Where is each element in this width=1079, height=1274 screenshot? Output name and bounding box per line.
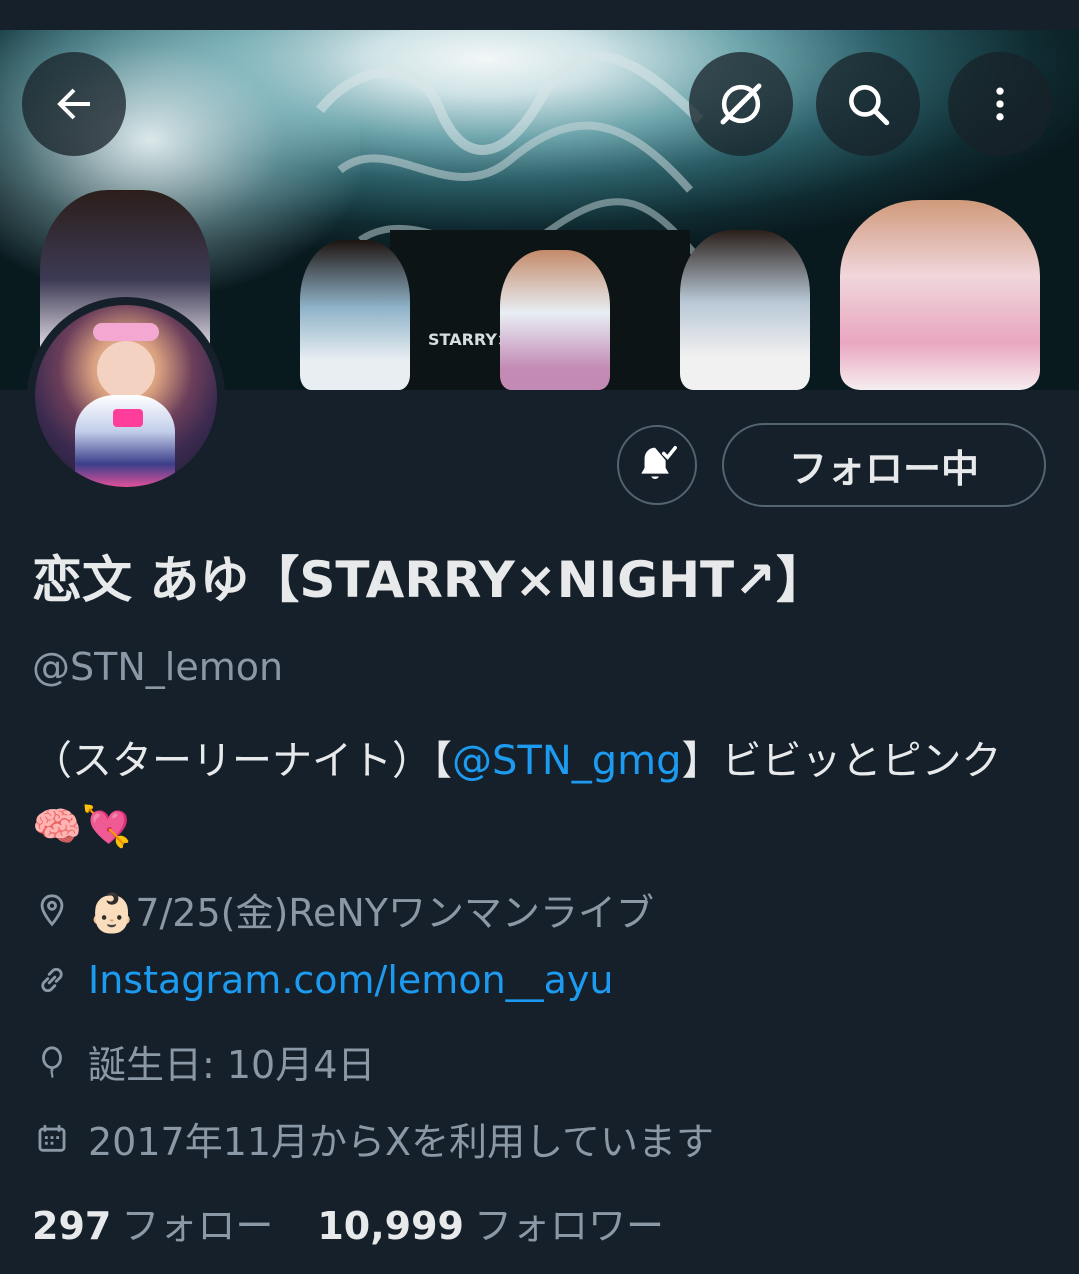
performer-3 [500, 250, 610, 390]
balloon-icon [32, 1042, 72, 1082]
follow-stats: 297 フォロー 10,999 フォロワー [32, 1195, 708, 1250]
avatar-headband [93, 323, 159, 341]
followers-stat[interactable]: 10,999 フォロワー [317, 1195, 664, 1250]
more-vertical-icon [996, 87, 1004, 121]
profile-page: STARRY× フォロー中 恋文 あゆ【STARRY×NIGHT↗】 @STN_… [0, 0, 1079, 1274]
following-label: フォロー [121, 1204, 274, 1248]
search-button[interactable] [816, 52, 920, 156]
following-button[interactable]: フォロー中 [722, 423, 1046, 507]
profile-bio: （スターリーナイト）【@STN_gmg】ビビッとピンク 🧠💘 [32, 728, 1042, 860]
bell-check-icon [641, 446, 677, 479]
grok-button[interactable] [689, 52, 793, 156]
status-bar [0, 0, 1079, 30]
performer-4 [680, 230, 810, 390]
avatar[interactable] [35, 305, 217, 487]
calendar-icon [32, 1119, 72, 1159]
location-text: 👶🏻7/25(金)ReNYワンマンライブ [88, 891, 655, 935]
link-icon [32, 960, 72, 1000]
avatar-face [97, 341, 155, 399]
avatar-frame[interactable] [27, 297, 225, 495]
birthday-text: 誕生日: 10月4日 [88, 1043, 376, 1087]
display-name: 恋文 あゆ【STARRY×NIGHT↗】 [32, 551, 827, 609]
grok-icon [720, 83, 762, 125]
notifications-button[interactable] [617, 425, 697, 505]
user-handle: @STN_lemon [32, 645, 284, 689]
performer-5 [840, 200, 1040, 390]
location-pin-icon [32, 890, 72, 930]
following-count: 297 [32, 1204, 112, 1248]
arrow-left-icon [57, 88, 90, 120]
followers-label: フォロワー [473, 1204, 664, 1248]
bio-mention-link[interactable]: @STN_gmg [452, 738, 682, 784]
bio-emoji: 🧠💘 [32, 804, 132, 850]
website-link[interactable]: Instagram.com/lemon__ayu [88, 958, 614, 1002]
birthday-row: 誕生日: 10月4日 [32, 1034, 375, 1089]
search-icon [849, 85, 890, 126]
website-row: Instagram.com/lemon__ayu [32, 958, 614, 1002]
following-stat[interactable]: 297 フォロー [32, 1195, 273, 1250]
bio-text-suffix: 】ビビッとピンク [681, 738, 1002, 784]
more-button[interactable] [948, 52, 1052, 156]
joined-row: 2017年11月からXを利用しています [32, 1111, 714, 1166]
stage-text: STARRY× [428, 330, 511, 349]
avatar-ribbon [113, 409, 143, 427]
back-button[interactable] [22, 52, 126, 156]
location-row: 👶🏻7/25(金)ReNYワンマンライブ [32, 882, 654, 937]
followers-count: 10,999 [317, 1204, 464, 1248]
joined-text: 2017年11月からXを利用しています [88, 1120, 714, 1164]
bio-text-prefix: （スターリーナイト）【 [32, 738, 452, 784]
performer-2 [300, 240, 410, 390]
